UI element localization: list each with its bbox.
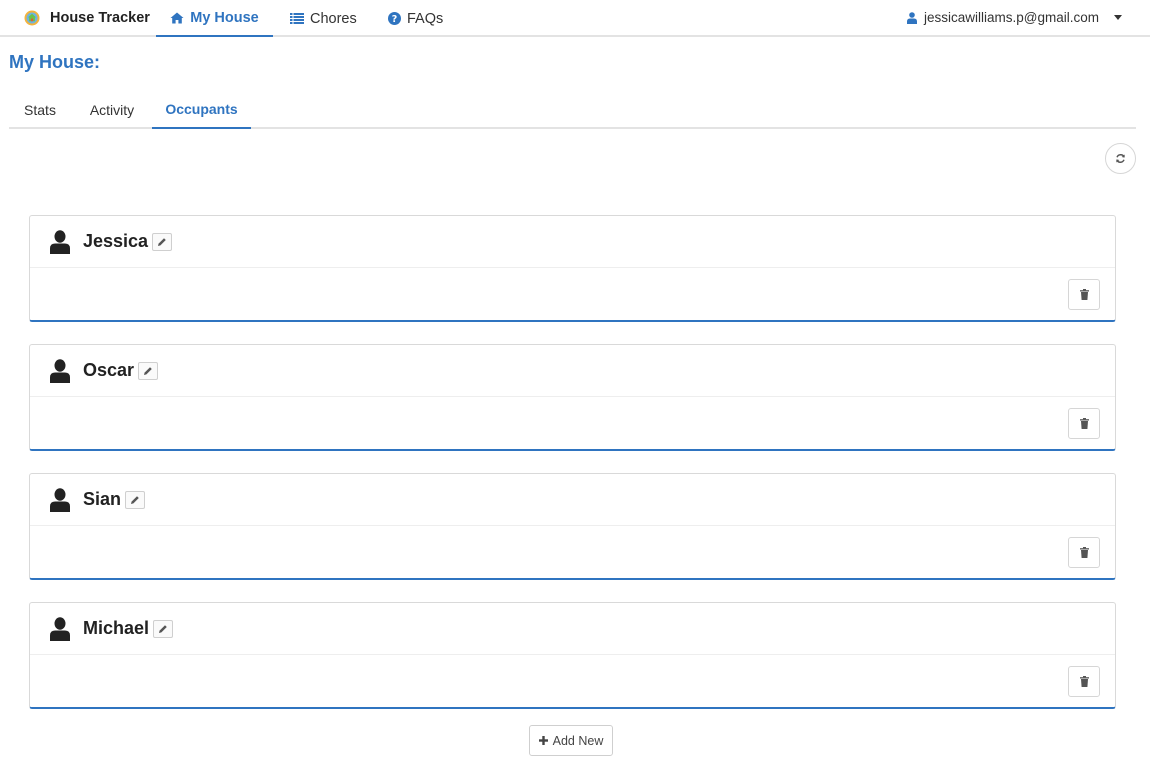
page-title: My House:	[9, 52, 101, 72]
occupant-name: Michael	[83, 618, 150, 638]
trash-icon	[1079, 676, 1089, 687]
user-menu[interactable]: jessicawilliams.p@gmail.com	[907, 0, 1122, 35]
nav-my-house[interactable]: My House	[156, 0, 273, 37]
occupant-card: Michael	[29, 602, 1116, 709]
nav-my-house-label: My House	[190, 9, 259, 26]
pencil-icon	[158, 237, 166, 246]
user-icon	[907, 11, 917, 24]
tab-activity[interactable]: Activity	[77, 90, 147, 129]
edit-name-button[interactable]	[152, 232, 173, 251]
nav-faqs[interactable]: ? FAQs	[388, 0, 443, 37]
trash-icon	[1079, 289, 1089, 300]
person-icon	[50, 229, 70, 254]
svg-text:?: ?	[392, 14, 398, 25]
question-circle-icon: ?	[388, 12, 401, 25]
nav-chores[interactable]: Chores	[290, 0, 357, 37]
person-icon	[50, 616, 70, 641]
person-icon	[50, 487, 70, 512]
occupant-list: Jessica Oscar Sian Michael	[29, 215, 1116, 731]
pencil-icon	[159, 624, 167, 633]
brand[interactable]: House Tracker	[24, 0, 150, 35]
pencil-icon	[131, 495, 139, 504]
edit-name-button[interactable]	[138, 361, 159, 380]
occupant-card-header: Oscar	[30, 345, 1115, 397]
occupant-card-header: Michael	[30, 603, 1115, 655]
delete-occupant-button[interactable]	[1068, 408, 1100, 439]
delete-occupant-button[interactable]	[1068, 279, 1100, 310]
occupant-card: Jessica	[29, 215, 1116, 322]
occupant-name: Jessica	[83, 231, 149, 251]
occupant-card: Oscar	[29, 344, 1116, 451]
person-icon	[50, 358, 70, 383]
trash-icon	[1079, 418, 1089, 429]
tab-stats[interactable]: Stats	[9, 90, 71, 129]
top-navbar: House Tracker My House Chores ? FAQs jes…	[0, 0, 1150, 37]
list-icon	[290, 13, 304, 24]
user-email: jessicawilliams.p@gmail.com	[924, 10, 1099, 25]
refresh-button[interactable]	[1105, 143, 1136, 174]
pencil-icon	[144, 366, 152, 375]
chevron-down-icon	[1114, 15, 1122, 20]
refresh-icon	[1116, 154, 1125, 163]
house-logo-icon	[24, 10, 40, 25]
home-icon	[170, 12, 184, 23]
occupant-name: Oscar	[83, 360, 135, 380]
occupant-card-header: Sian	[30, 474, 1115, 526]
nav-faqs-label: FAQs	[407, 10, 444, 27]
plus-icon	[538, 736, 548, 745]
tab-bar: Stats Activity Occupants	[9, 90, 1136, 129]
add-new-label: Add New	[552, 733, 604, 748]
brand-name: House Tracker	[50, 9, 150, 26]
occupant-card-header: Jessica	[30, 216, 1115, 268]
trash-icon	[1079, 547, 1089, 558]
add-new-button[interactable]: Add New	[529, 725, 613, 756]
delete-occupant-button[interactable]	[1068, 537, 1100, 568]
edit-name-button[interactable]	[125, 490, 146, 509]
occupant-name: Sian	[83, 489, 122, 509]
delete-occupant-button[interactable]	[1068, 666, 1100, 697]
nav-chores-label: Chores	[310, 10, 357, 27]
edit-name-button[interactable]	[153, 619, 174, 638]
occupant-card: Sian	[29, 473, 1116, 580]
tab-occupants[interactable]: Occupants	[152, 90, 251, 129]
